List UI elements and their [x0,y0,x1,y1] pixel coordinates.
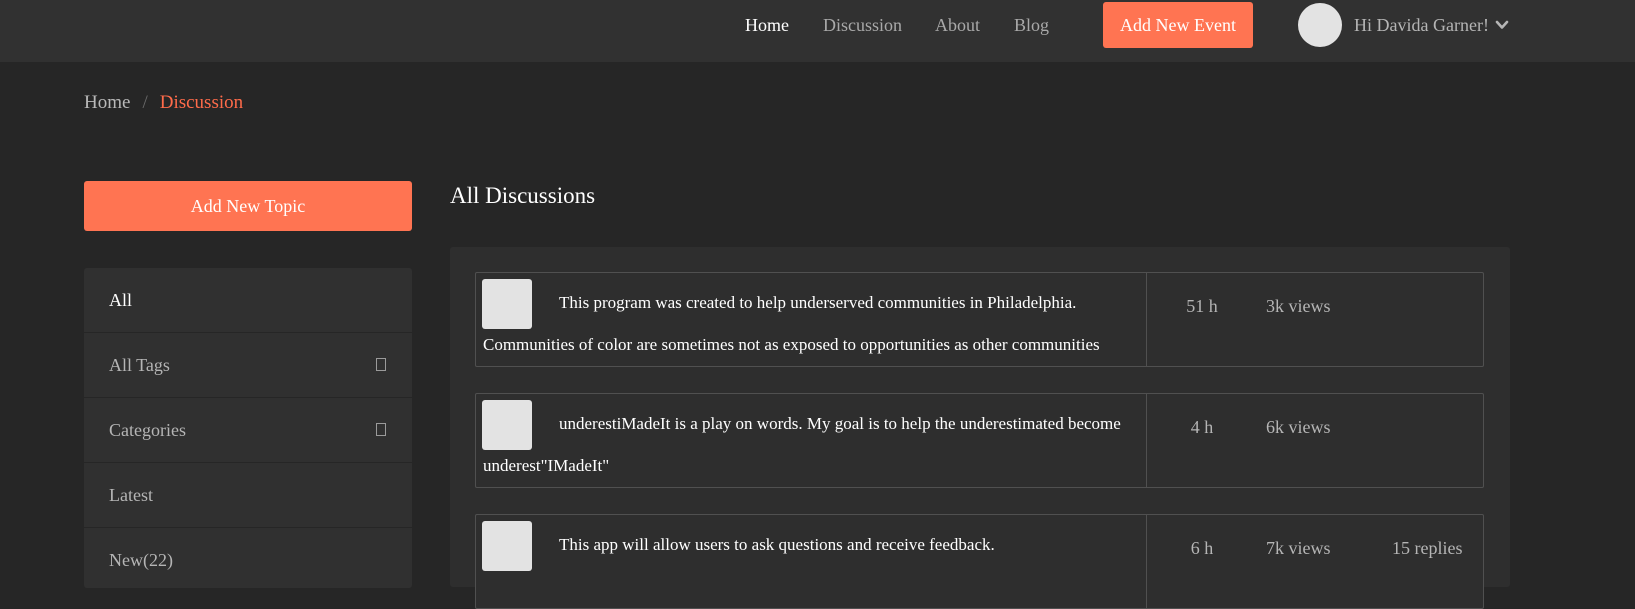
discussion-summary: This app will allow users to ask questio… [476,515,1147,608]
breadcrumb-home[interactable]: Home [84,92,130,113]
sidebar-item-all[interactable]: All [84,268,412,333]
discussion-replies: 15 replies [1392,538,1463,558]
discussion-row[interactable]: This program was created to help underse… [475,272,1484,367]
breadcrumb-current: Discussion [159,92,244,113]
discussion-time: 4 h [1190,417,1214,437]
page-title: All Discussions [450,183,596,208]
nav-link-discussion[interactable]: Discussion [823,14,902,36]
discussion-views: 6k views [1266,417,1331,437]
nav-link-blog[interactable]: Blog [1014,14,1049,36]
discussions-panel: This program was created to help underse… [450,247,1510,609]
sidebar-item-label: All [109,290,133,310]
discussion-time: 51 h [1186,296,1218,316]
breadcrumb-separator: / [142,92,148,113]
discussion-summary: This program was created to help underse… [476,273,1147,366]
discussion-text[interactable]: This app will allow users to ask questio… [483,524,1143,566]
discussion-time: 6 h [1190,538,1214,558]
add-new-event-button[interactable]: Add New Event [1103,2,1253,48]
add-new-topic-button[interactable]: Add New Topic [84,181,412,231]
sidebar-item-categories[interactable]: Categories [84,398,412,463]
sidebar-item-label: New(22) [109,550,173,570]
discussion-row[interactable]: This app will allow users to ask questio… [475,514,1484,609]
discussion-views: 3k views [1266,296,1331,316]
sidebar-item-new[interactable]: New(22) [84,528,412,588]
sidebar-item-label: Categories [109,420,186,440]
discussion-summary: underestiMadeIt is a play on words. My g… [476,394,1147,487]
expand-toggle-icon[interactable] [376,358,386,371]
sidebar-item-all-tags[interactable]: All Tags [84,333,412,398]
sidebar-item-label: All Tags [109,355,170,375]
nav-link-home[interactable]: Home [745,14,789,36]
user-greeting[interactable]: Hi Davida Garner! [1354,15,1489,36]
discussion-row[interactable]: underestiMadeIt is a play on words. My g… [475,393,1484,488]
breadcrumb: Home / Discussion [84,92,243,114]
discussion-text[interactable]: underestiMadeIt is a play on words. My g… [483,403,1143,487]
discussion-text[interactable]: This program was created to help underse… [483,282,1143,366]
nav-link-about[interactable]: About [935,14,980,36]
top-navbar: Home Discussion About Blog Add New Event… [0,0,1635,62]
expand-toggle-icon[interactable] [376,423,386,436]
sidebar-item-label: Latest [109,485,153,505]
discussion-views: 7k views [1266,538,1331,558]
user-avatar[interactable] [1298,3,1342,47]
sidebar-item-latest[interactable]: Latest [84,463,412,528]
chevron-down-icon[interactable] [1495,18,1509,32]
sidebar-menu: All All Tags Categories Latest New(22) [84,268,412,588]
